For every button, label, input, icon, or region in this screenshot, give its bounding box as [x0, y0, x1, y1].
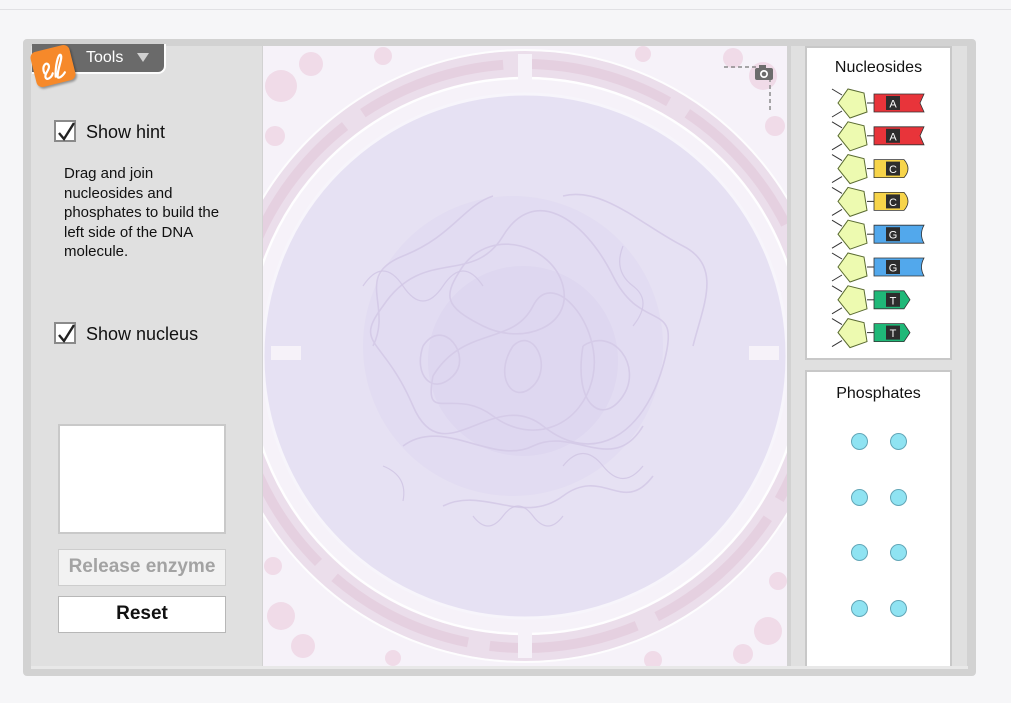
nucleoside-c[interactable]: C — [831, 154, 909, 185]
nucleoside-base-label: A — [889, 131, 897, 143]
phosphate-item[interactable] — [851, 544, 868, 561]
show-hint-label: Show hint — [86, 122, 166, 142]
enzyme-display — [58, 424, 226, 534]
show-nucleus-checkbox[interactable] — [54, 322, 76, 344]
nucleoside-base-label: G — [889, 230, 898, 242]
phosphates-panel: Phosphates — [805, 370, 952, 668]
phosphate-item[interactable] — [890, 599, 907, 617]
phosphate-item[interactable] — [890, 488, 907, 506]
nucleus-illustration — [263, 46, 787, 666]
nucleus-scene[interactable] — [263, 46, 787, 666]
nucleoside-base-label: C — [889, 164, 897, 176]
checkmark-icon — [58, 122, 76, 142]
nucleoside-c[interactable]: C — [831, 186, 909, 217]
tools-label: Tools — [86, 49, 124, 66]
top-divider — [0, 9, 1011, 10]
phosphates-title: Phosphates — [836, 385, 921, 402]
nucleoside-base-label: A — [889, 99, 897, 111]
show-nucleus-label: Show nucleus — [86, 324, 199, 344]
nucleoside-t[interactable]: T — [831, 285, 911, 316]
phosphate-item[interactable] — [890, 433, 907, 450]
nucleoside-base-label: C — [889, 197, 897, 209]
nucleosides-title: Nucleosides — [834, 59, 923, 76]
triangle-down-icon — [137, 53, 149, 62]
phosphate-item[interactable] — [851, 599, 868, 617]
phosphate-item[interactable] — [851, 433, 868, 450]
camera-icon[interactable] — [722, 62, 778, 117]
nucleoside-base-label: T — [890, 328, 897, 340]
nucleoside-list: A A C C G G T T — [831, 88, 925, 349]
nucleoside-a[interactable]: A — [831, 121, 925, 152]
nucleoside-g[interactable]: G — [831, 252, 925, 283]
checkmark-icon — [58, 324, 76, 344]
phosphate-item[interactable] — [851, 488, 868, 506]
release-enzyme-button[interactable]: Release enzyme — [58, 549, 226, 586]
phosphate-item[interactable] — [890, 544, 907, 561]
reset-button[interactable]: Reset — [58, 596, 226, 633]
hint-text: Drag and join nucleosides and phosphates… — [64, 165, 220, 260]
nucleoside-t[interactable]: T — [831, 318, 911, 349]
nucleoside-base-label: G — [889, 263, 898, 275]
nucleoside-g[interactable]: G — [831, 219, 925, 250]
nucleoside-base-label: T — [890, 295, 897, 307]
show-hint-checkbox[interactable] — [54, 120, 76, 142]
bottom-edge — [31, 666, 968, 669]
nucleoside-a[interactable]: A — [831, 88, 925, 119]
